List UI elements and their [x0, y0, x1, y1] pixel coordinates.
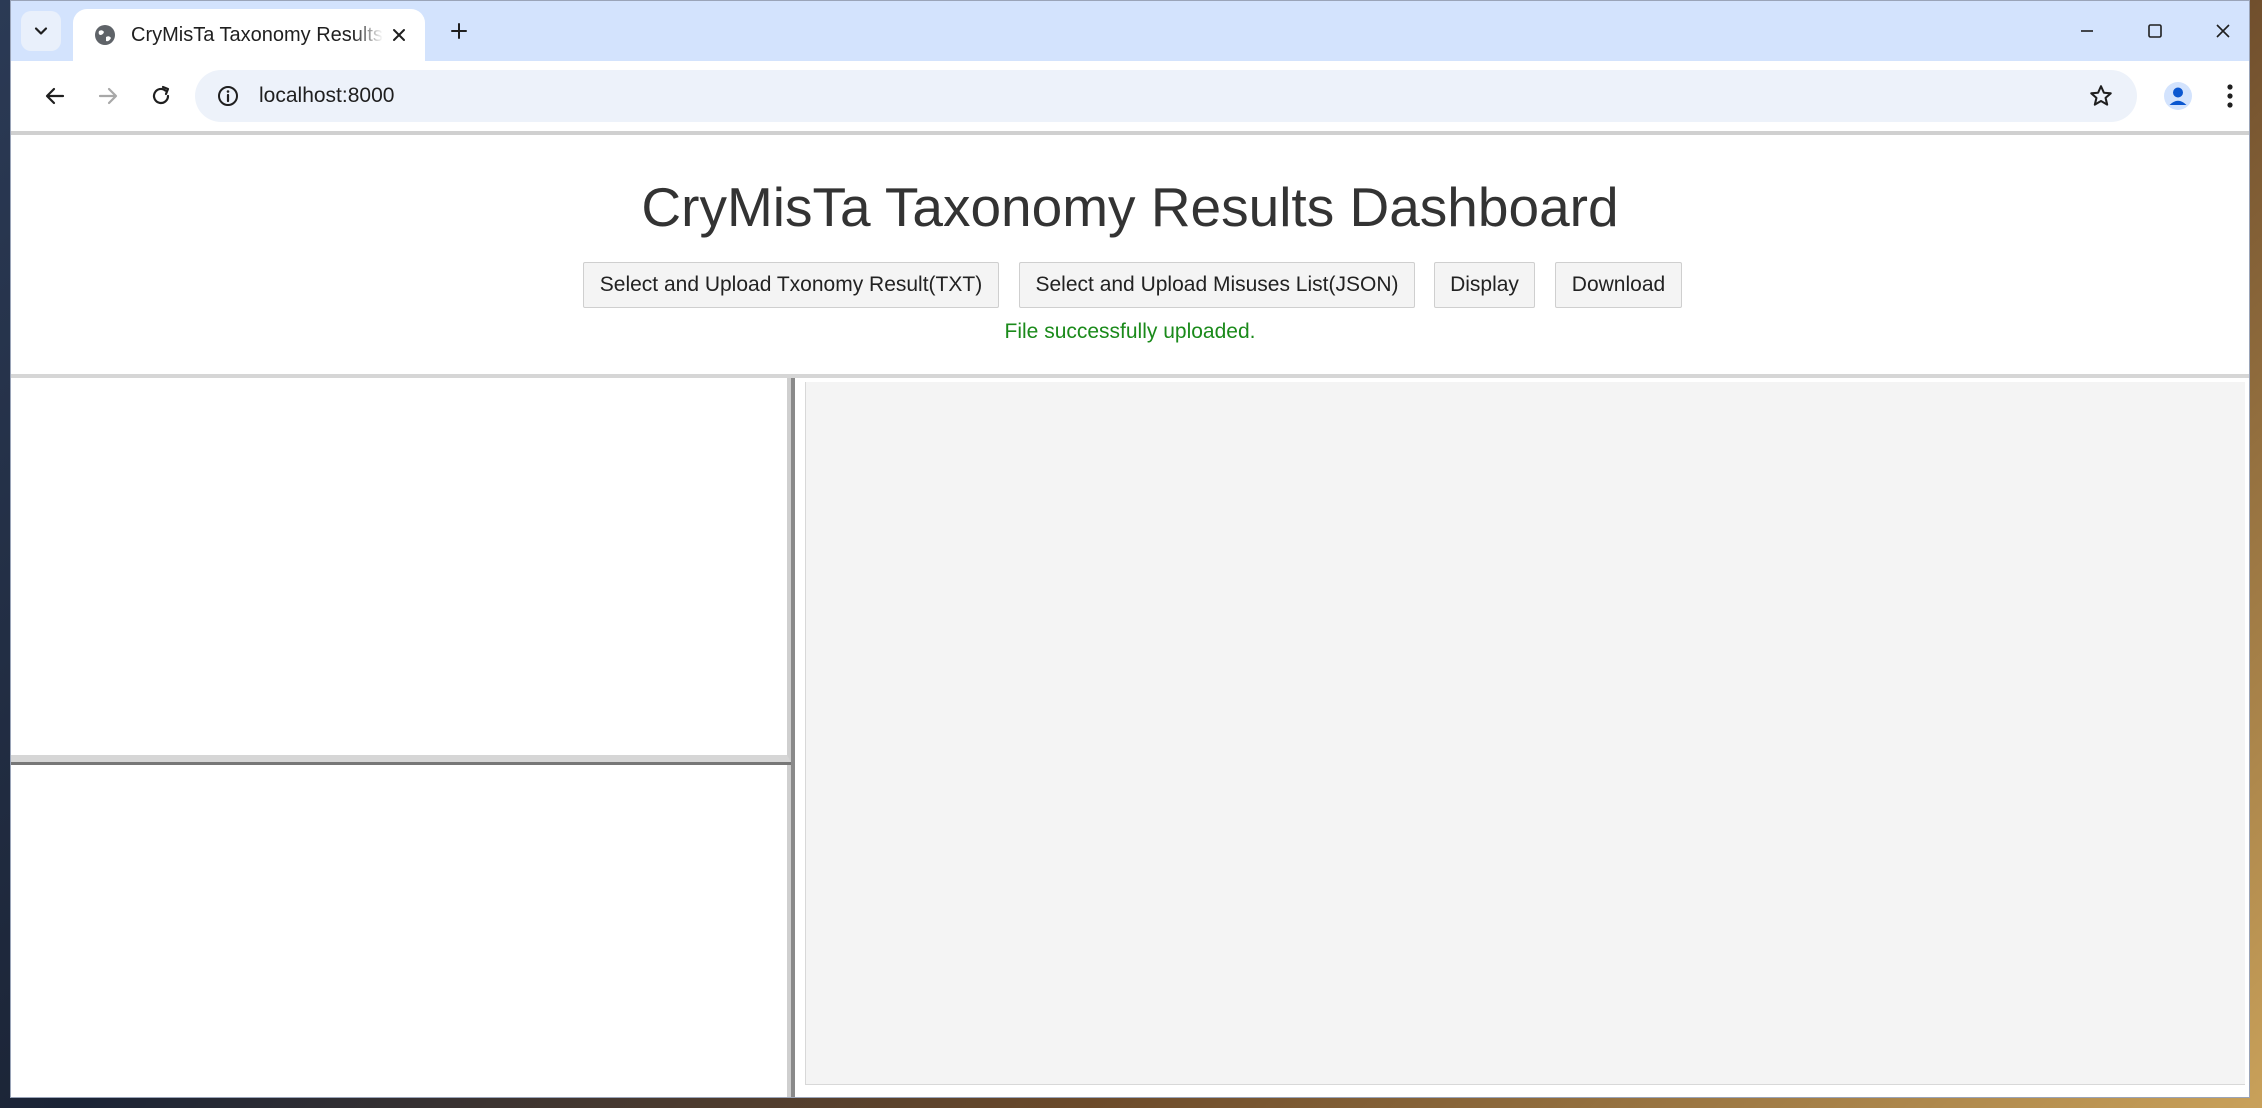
vertical-splitter[interactable]: [791, 378, 795, 1097]
forward-button[interactable]: [87, 75, 129, 117]
profile-button[interactable]: [2159, 77, 2197, 115]
url-input[interactable]: [257, 83, 1961, 109]
upload-status-message: File successfully uploaded.: [1004, 320, 1256, 343]
profile-icon: [2164, 82, 2192, 110]
tab-close-button[interactable]: [387, 23, 411, 47]
action-button-row: Select and Upload Txonomy Result(TXT) Se…: [11, 262, 2249, 310]
minimize-button[interactable]: [2065, 11, 2109, 51]
results-display-panel: [805, 382, 2245, 1085]
page-title: CryMisTa Taxonomy Results Dashboard: [641, 176, 1619, 238]
chevron-down-icon: [34, 27, 48, 35]
maximize-button[interactable]: [2133, 11, 2177, 51]
browser-window: CryMisTa Taxonomy Results Dashboard: [10, 0, 2250, 1098]
tab-search-button[interactable]: [21, 11, 61, 51]
new-tab-button[interactable]: [441, 13, 477, 49]
bookmark-button[interactable]: [2087, 82, 2115, 110]
more-vertical-icon: [2227, 84, 2233, 108]
dashboard-header: CryMisTa Taxonomy Results Dashboard Sele…: [11, 135, 2249, 378]
display-button[interactable]: Display: [1434, 262, 1535, 308]
upload-misuses-json-button[interactable]: Select and Upload Misuses List(JSON): [1019, 262, 1415, 308]
bottom-left-panel: [11, 765, 791, 1097]
info-icon: [218, 86, 238, 106]
minimize-icon: [2081, 30, 2093, 32]
page-viewport: CryMisTa Taxonomy Results Dashboard Sele…: [11, 131, 2249, 1097]
arrow-right-icon: [98, 87, 118, 105]
tab-title: CryMisTa Taxonomy Results Dashboard: [131, 23, 383, 46]
maximize-icon: [2148, 24, 2162, 38]
close-icon: [2216, 24, 2230, 38]
tab-strip: CryMisTa Taxonomy Results Dashboard: [11, 1, 2249, 61]
back-button[interactable]: [34, 75, 76, 117]
address-bar[interactable]: [195, 70, 2137, 122]
top-left-panel: [11, 378, 791, 762]
close-icon: [393, 29, 405, 41]
upload-taxonomy-txt-button[interactable]: Select and Upload Txonomy Result(TXT): [583, 262, 999, 308]
plus-icon: [451, 23, 467, 39]
star-icon: [2090, 85, 2112, 106]
browser-toolbar: [11, 61, 2249, 131]
reload-button[interactable]: [140, 75, 182, 117]
reload-icon: [152, 85, 170, 105]
globe-icon: [95, 25, 115, 45]
browser-tab-active[interactable]: CryMisTa Taxonomy Results Dashboard: [73, 9, 425, 61]
download-button[interactable]: Download: [1555, 262, 1682, 308]
site-info-button[interactable]: [215, 83, 241, 109]
browser-menu-button[interactable]: [2211, 77, 2249, 115]
window-close-button[interactable]: [2201, 11, 2245, 51]
arrow-left-icon: [45, 87, 65, 105]
